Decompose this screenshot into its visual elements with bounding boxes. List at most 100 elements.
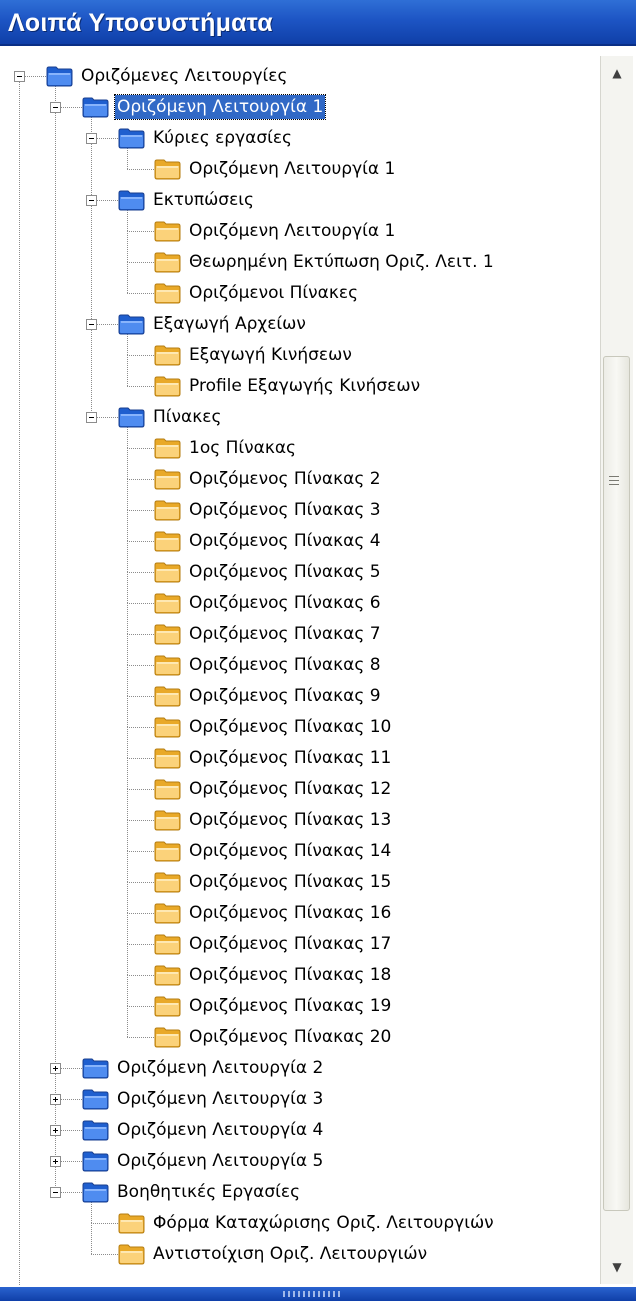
collapse-minus-icon[interactable] — [14, 71, 25, 82]
tree-view[interactable]: Οριζόμενες Λειτουργίες Οριζόμενη Λειτουργ… — [0, 46, 600, 1286]
collapse-minus-icon[interactable] — [86, 412, 97, 423]
tree-item-label[interactable]: Οριζόμενες Λειτουργίες — [79, 64, 289, 88]
tree-item[interactable]: Εξαγωγή Κινήσεων — [0, 341, 600, 369]
tree-item-label[interactable]: Οριζόμενος Πίνακας 16 — [187, 901, 393, 925]
tree-item-label[interactable]: Οριζόμενος Πίνακας 4 — [187, 529, 383, 553]
tree-item[interactable]: Οριζόμενος Πίνακας 8 — [0, 651, 600, 679]
tree-item-label[interactable]: Οριζόμενος Πίνακας 12 — [187, 777, 393, 801]
tree-item[interactable]: Πίνακες — [0, 403, 600, 431]
tree-item[interactable]: Οριζόμενος Πίνακας 14 — [0, 837, 600, 865]
tree-item[interactable]: Οριζόμενος Πίνακας 7 — [0, 620, 600, 648]
tree-item[interactable]: Οριζόμενες Λειτουργίες — [0, 62, 600, 90]
blue-folder-icon — [118, 127, 145, 149]
tree-item[interactable]: Οριζόμενος Πίνακας 6 — [0, 589, 600, 617]
tree-item-label[interactable]: Οριζόμενη Λειτουργία 5 — [115, 1149, 325, 1173]
tree-item-label[interactable]: Οριζόμενη Λειτουργία 3 — [115, 1087, 325, 1111]
tree-item-label[interactable]: Οριζόμενος Πίνακας 8 — [187, 653, 383, 677]
tree-item-label[interactable]: Εκτυπώσεις — [151, 188, 256, 212]
tree-item[interactable]: Οριζόμενος Πίνακας 9 — [0, 682, 600, 710]
tree-item[interactable]: Οριζόμενος Πίνακας 15 — [0, 868, 600, 896]
vertical-scrollbar[interactable]: ▲ ▼ — [600, 56, 633, 1284]
yellow-folder-icon — [154, 437, 181, 459]
tree-item-label[interactable]: Εξαγωγή Κινήσεων — [187, 343, 354, 367]
tree-item-label[interactable]: Οριζόμενος Πίνακας 7 — [187, 622, 383, 646]
tree-item-label[interactable]: Θεωρημένη Εκτύπωση Οριζ. Λειτ. 1 — [187, 250, 496, 274]
tree-item[interactable]: Βοηθητικές Εργασίες — [0, 1178, 600, 1206]
tree-item-label[interactable]: Οριζόμενος Πίνακας 18 — [187, 963, 393, 987]
tree-item-label[interactable]: Οριζόμενοι Πίνακες — [187, 281, 360, 305]
tree-item-label[interactable]: Οριζόμενος Πίνακας 11 — [187, 746, 393, 770]
tree-item-label[interactable]: Πίνακες — [151, 405, 223, 429]
tree-item[interactable]: Οριζόμενη Λειτουργία 2 — [0, 1054, 600, 1082]
blue-folder-icon — [118, 189, 145, 211]
tree-item[interactable]: Οριζόμενος Πίνακας 19 — [0, 992, 600, 1020]
tree-item[interactable]: Οριζόμενος Πίνακας 5 — [0, 558, 600, 586]
tree-item-label[interactable]: Οριζόμενος Πίνακας 6 — [187, 591, 383, 615]
tree-item[interactable]: Εξαγωγή Αρχείων — [0, 310, 600, 338]
tree-item[interactable]: Οριζόμενος Πίνακας 18 — [0, 961, 600, 989]
tree-item-label[interactable]: Βοηθητικές Εργασίες — [115, 1180, 302, 1204]
tree-item[interactable]: Οριζόμενος Πίνακας 16 — [0, 899, 600, 927]
tree-item-label[interactable]: Οριζόμενος Πίνακας 19 — [187, 994, 393, 1018]
expand-plus-icon[interactable] — [50, 1156, 61, 1167]
tree-item-label[interactable]: Οριζόμενος Πίνακας 14 — [187, 839, 393, 863]
tree-item[interactable]: Οριζόμενος Πίνακας 2 — [0, 465, 600, 493]
tree-item-label[interactable]: Οριζόμενος Πίνακας 20 — [187, 1025, 393, 1049]
tree-item[interactable]: Οριζόμενοι Πίνακες — [0, 279, 600, 307]
tree-item-label[interactable]: Profile Εξαγωγής Κινήσεων — [187, 374, 422, 398]
tree-item[interactable]: Profile Εξαγωγής Κινήσεων — [0, 372, 600, 400]
tree-item[interactable]: Οριζόμενος Πίνακας 11 — [0, 744, 600, 772]
tree-item[interactable]: 1ος Πίνακας — [0, 434, 600, 462]
tree-item[interactable]: Αντιστοίχιση Οριζ. Λειτουργιών — [0, 1240, 600, 1268]
tree-item-label[interactable]: Κύριες εργασίες — [151, 126, 294, 150]
tree-item-label[interactable]: Οριζόμενος Πίνακας 15 — [187, 870, 393, 894]
expand-plus-icon[interactable] — [50, 1094, 61, 1105]
expand-plus-icon[interactable] — [50, 1063, 61, 1074]
tree-item-label[interactable]: Οριζόμενος Πίνακας 10 — [187, 715, 393, 739]
scroll-up-button[interactable]: ▲ — [602, 58, 632, 88]
tree-item-label[interactable]: 1ος Πίνακας — [187, 436, 298, 460]
tree-item[interactable]: Οριζόμενη Λειτουργία 5 — [0, 1147, 600, 1175]
blue-folder-icon — [46, 65, 73, 87]
tree-item-label[interactable]: Οριζόμενη Λειτουργία 1 — [187, 157, 397, 181]
tree-item[interactable]: Φόρμα Καταχώρισης Οριζ. Λειτουργιών — [0, 1209, 600, 1237]
tree-item[interactable]: Οριζόμενη Λειτουργία 4 — [0, 1116, 600, 1144]
tree-item-label[interactable]: Οριζόμενη Λειτουργία 1 — [113, 94, 327, 120]
tree-item-label[interactable]: Εξαγωγή Αρχείων — [151, 312, 308, 336]
tree-item-label[interactable]: Οριζόμενος Πίνακας 9 — [187, 684, 383, 708]
tree-item-label[interactable]: Οριζόμενη Λειτουργία 4 — [115, 1118, 325, 1142]
tree-item[interactable]: Οριζόμενη Λειτουργία 1 — [0, 155, 600, 183]
tree-item[interactable]: Οριζόμενος Πίνακας 3 — [0, 496, 600, 524]
title-bar: Λοιπά Υποσυστήματα — [0, 0, 636, 46]
collapse-minus-icon[interactable] — [86, 133, 97, 144]
tree-item[interactable]: Οριζόμενος Πίνακας 10 — [0, 713, 600, 741]
tree-item-label[interactable]: Αντιστοίχιση Οριζ. Λειτουργιών — [151, 1242, 429, 1266]
expand-plus-icon[interactable] — [50, 1125, 61, 1136]
tree-item-label[interactable]: Οριζόμενη Λειτουργία 1 — [187, 219, 397, 243]
tree-item-label[interactable]: Οριζόμενος Πίνακας 17 — [187, 932, 393, 956]
tree-item-label[interactable]: Οριζόμενη Λειτουργία 2 — [115, 1056, 325, 1080]
collapse-minus-icon[interactable] — [86, 195, 97, 206]
collapse-minus-icon[interactable] — [86, 319, 97, 330]
tree-item-label[interactable]: Οριζόμενος Πίνακας 5 — [187, 560, 383, 584]
collapse-minus-icon[interactable] — [50, 1187, 61, 1198]
tree-item[interactable]: Οριζόμενος Πίνακας 20 — [0, 1023, 600, 1051]
tree-item-label[interactable]: Οριζόμενος Πίνακας 3 — [187, 498, 383, 522]
tree-item-label[interactable]: Φόρμα Καταχώρισης Οριζ. Λειτουργιών — [151, 1211, 496, 1235]
tree-item[interactable]: Οριζόμενος Πίνακας 17 — [0, 930, 600, 958]
tree-item[interactable]: Οριζόμενος Πίνακας 13 — [0, 806, 600, 834]
collapse-minus-icon[interactable] — [50, 102, 61, 113]
tree-item[interactable]: Οριζόμενος Πίνακας 4 — [0, 527, 600, 555]
tree-item[interactable]: Οριζόμενος Πίνακας 12 — [0, 775, 600, 803]
tree-item[interactable]: Θεωρημένη Εκτύπωση Οριζ. Λειτ. 1 — [0, 248, 600, 276]
tree-item[interactable]: Οριζόμενη Λειτουργία 1 — [0, 93, 600, 121]
tree-item[interactable]: Κύριες εργασίες — [0, 124, 600, 152]
tree-item[interactable]: Εκτυπώσεις — [0, 186, 600, 214]
tree-item-label[interactable]: Οριζόμενος Πίνακας 13 — [187, 808, 393, 832]
scroll-down-button[interactable]: ▼ — [602, 1252, 632, 1282]
resize-grip-icon[interactable] — [283, 1291, 343, 1297]
tree-item-label[interactable]: Οριζόμενος Πίνακας 2 — [187, 467, 383, 491]
tree-item[interactable]: Οριζόμενη Λειτουργία 3 — [0, 1085, 600, 1113]
tree-item[interactable]: Οριζόμενη Λειτουργία 1 — [0, 217, 600, 245]
yellow-folder-icon — [118, 1212, 145, 1234]
